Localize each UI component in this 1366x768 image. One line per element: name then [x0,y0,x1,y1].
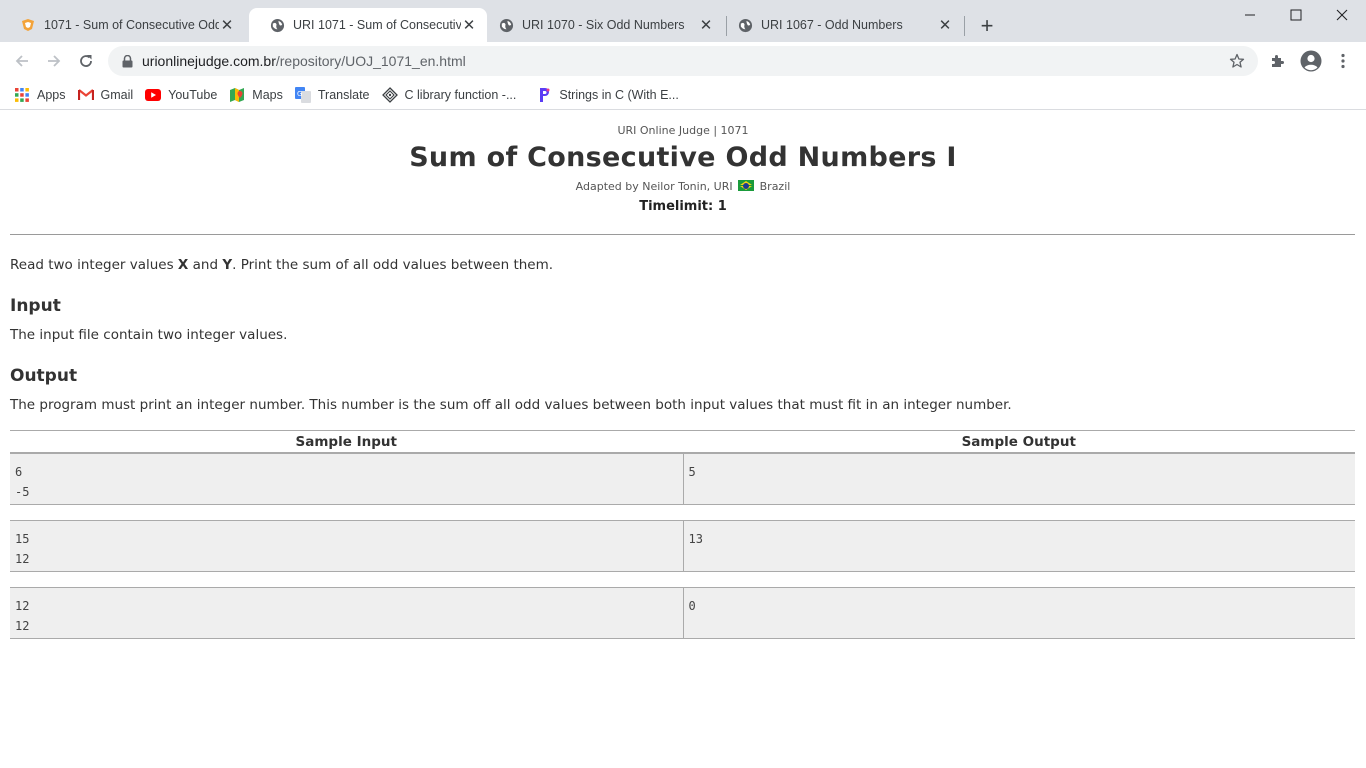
close-icon[interactable]: ✕ [219,17,235,34]
desc-text: and [188,257,223,273]
sample-input-header: Sample Input [295,434,397,450]
author-line: Adapted by Neilor Tonin, URI Brazil [0,180,1366,193]
tab-uri-1070[interactable]: URI 1070 - Six Odd Numbers ✕ [478,8,724,42]
url-path: /repository/UOJ_1071_en.html [275,53,466,69]
bookmark-label: Maps [252,87,283,102]
close-icon[interactable]: ✕ [461,17,477,34]
programiz-icon [536,87,552,103]
address-bar[interactable]: urionlinejudge.com.br/repository/UOJ_107… [108,46,1258,76]
forward-button[interactable] [42,49,66,73]
back-button[interactable] [10,49,34,73]
tab-1071-uri[interactable]: 1071 - Sum of Consecutive Odd N ✕ [0,8,245,42]
bookmark-label: Gmail [100,87,134,102]
bookmark-label: Translate [317,87,370,102]
desc-var-y: Y [222,257,233,273]
tab-uri-1071[interactable]: URI 1071 - Sum of Consecutive O ✕ [249,8,487,42]
bookmark-gmail[interactable]: Gmail [72,82,140,108]
globe-icon [269,17,285,33]
bookmark-label: C library function -... [404,87,517,102]
url-text: urionlinejudge.com.br/repository/UOJ_107… [142,53,466,69]
url-domain: urionlinejudge.com.br [142,53,276,69]
translate-icon: G [294,86,311,103]
close-icon[interactable]: ✕ [698,17,714,34]
timelimit: Timelimit: 1 [639,199,727,214]
bookmark-youtube[interactable]: YouTube [139,82,223,108]
minimize-button[interactable] [1227,0,1273,30]
author-text: Adapted by Neilor Tonin, URI [575,180,733,193]
tab-uri-1067[interactable]: URI 1067 - Odd Numbers ✕ [717,8,963,42]
extensions-icon[interactable] [1266,49,1290,73]
samples-header: Sample Input Sample Output [10,430,1355,453]
bookmark-c-library[interactable]: C library function -... [376,82,523,108]
sample-input-cell: 15 12 [15,532,30,566]
sample-input-cell: 6 -5 [15,465,30,499]
output-heading: Output [10,366,78,386]
sample-input-cell: 12 12 [15,599,30,633]
svg-text:G: G [297,90,302,98]
desc-text: Read two integer values [10,257,178,273]
sample-row: 12 12 0 [10,587,1355,639]
bookmark-apps[interactable]: Apps [8,82,72,108]
lock-icon[interactable] [120,54,134,68]
uri-logo-icon [20,17,36,33]
tab-title: URI 1070 - Six Odd Numbers [522,18,685,32]
maximize-button[interactable] [1273,0,1319,30]
tab-title: URI 1071 - Sum of Consecutive O [293,18,461,32]
author-country: Brazil [759,180,791,193]
tab-strip: 1071 - Sum of Consecutive Odd N ✕ URI 10… [0,0,1366,42]
bookmarks-bar: Apps Gmail YouTube Maps G Translate C li… [0,80,1366,110]
close-icon[interactable]: ✕ [937,17,953,34]
sample-output-cell: 13 [682,521,1356,571]
globe-icon [498,17,514,33]
page-title: Sum of Consecutive Odd Numbers I [409,142,957,173]
gmail-icon [77,87,94,103]
maps-icon [229,87,245,103]
input-text: The input file contain two integer value… [10,327,288,343]
sample-output-cell: 5 [682,454,1356,504]
bookmark-label: YouTube [168,87,218,102]
bookmark-translate[interactable]: G Translate [289,82,376,108]
brazil-flag-icon [738,180,755,191]
bookmark-maps[interactable]: Maps [223,82,289,108]
divider [10,234,1355,235]
bookmark-label: Strings in C (With E... [559,87,679,102]
window-close-button[interactable] [1319,0,1365,30]
bookmark-strings-in-c[interactable]: Strings in C (With E... [530,82,684,108]
breadcrumb: URI Online Judge | 1071 [617,124,749,137]
desc-var-x: X [177,257,189,273]
tutorialspoint-icon [381,86,398,103]
browser-toolbar: urionlinejudge.com.br/repository/UOJ_107… [0,42,1366,80]
tab-title: 1071 - Sum of Consecutive Odd N [44,18,219,32]
new-tab-button[interactable]: + [975,14,999,38]
menu-kebab-icon[interactable] [1331,49,1355,73]
sample-row: 15 12 13 [10,520,1355,572]
sample-output-header: Sample Output [961,434,1076,450]
desc-text: . Print the sum of all odd values betwee… [232,257,554,273]
page-content: URI Online Judge | 1071 Sum of Consecuti… [0,111,1366,768]
bookmark-label: Apps [37,87,66,102]
reload-button[interactable] [74,49,98,73]
sample-output-cell: 0 [682,588,1356,638]
profile-avatar-icon[interactable] [1299,49,1323,73]
tab-title: URI 1067 - Odd Numbers [761,18,903,32]
tab-separator [964,16,965,36]
sample-row: 6 -5 5 [10,453,1355,505]
input-heading: Input [10,296,61,316]
problem-description: Read two integer values X and Y. Print t… [10,257,553,273]
globe-icon [737,17,753,33]
bookmark-star-icon[interactable] [1228,52,1246,70]
output-text: The program must print an integer number… [10,397,1012,413]
youtube-icon [145,87,162,103]
apps-grid-icon [14,87,30,103]
